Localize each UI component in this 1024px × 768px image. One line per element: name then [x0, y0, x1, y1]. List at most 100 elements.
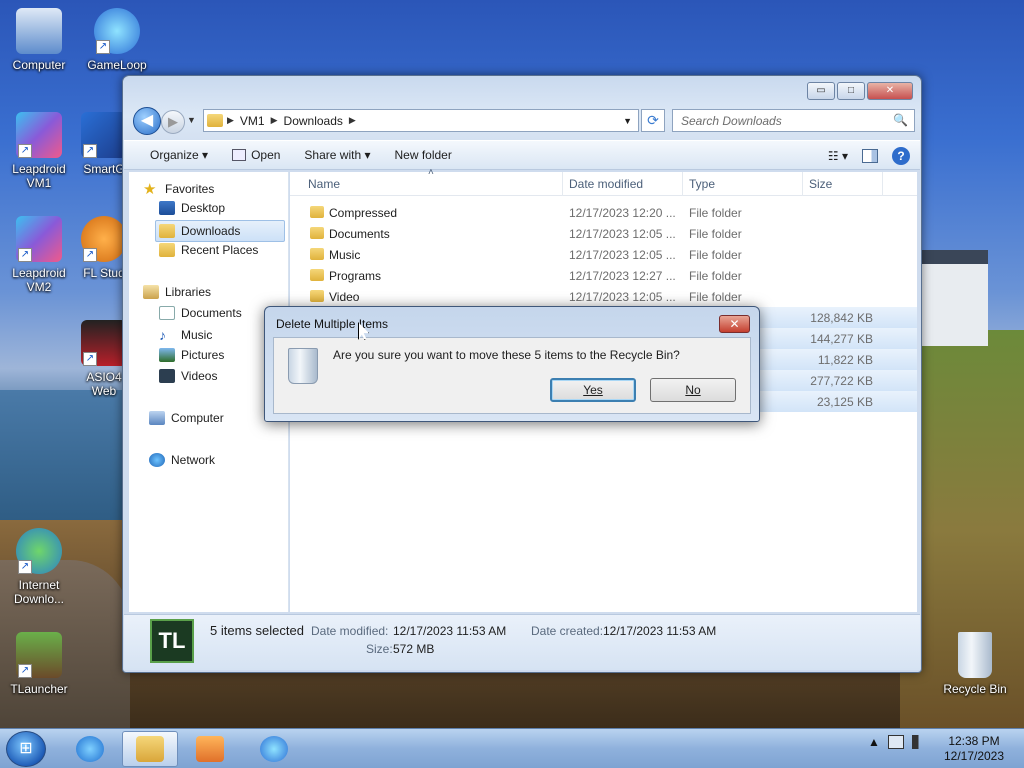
search-icon[interactable]: 🔍	[893, 113, 908, 127]
date-modified-label: Date modified:	[311, 624, 389, 638]
address-dropdown-button[interactable]: ▼	[616, 115, 638, 126]
share-with-button[interactable]: Share with ▾	[292, 148, 382, 162]
gameloop-icon	[260, 736, 288, 762]
table-row[interactable]: Video 12/17/2023 12:05 ... File folder	[290, 286, 917, 307]
nav-computer[interactable]: Computer	[149, 411, 224, 425]
table-row[interactable]: Documents 12/17/2023 12:05 ... File folder	[290, 223, 917, 244]
no-button[interactable]: No	[650, 378, 736, 402]
nav-music[interactable]: ♪ Music	[159, 327, 212, 343]
shortcut-arrow-icon: ↗	[83, 248, 97, 262]
forward-button[interactable]: ▶	[161, 110, 185, 134]
desktop-icon-internet-download[interactable]: ↗ Internet Downlo...	[1, 528, 77, 606]
asio4all-icon: ↗	[81, 320, 127, 366]
leapdroid-icon: ↗	[16, 216, 62, 262]
selection-count: 5 items selected	[210, 623, 304, 638]
breadcrumb-downloads[interactable]: Downloads	[278, 114, 349, 128]
navigation-bar: ◀ ▶ ▼ ▶ VM1 ▶ Downloads ▶ ▼ ⟳ Search Dow…	[131, 107, 915, 135]
open-button[interactable]: Open	[220, 148, 292, 162]
computer-icon	[16, 8, 62, 54]
documents-icon	[159, 306, 175, 320]
column-size[interactable]: Size	[809, 177, 832, 191]
sort-ascending-icon: ˄	[428, 167, 434, 178]
date-modified-value: 12/17/2023 11:53 AM	[393, 624, 507, 638]
desktop-icon-leapdroid-vm2[interactable]: ↗ Leapdroid VM2	[1, 216, 77, 294]
nav-downloads[interactable]: Downloads	[155, 220, 285, 242]
nav-videos[interactable]: Videos	[159, 369, 217, 383]
column-date-modified[interactable]: Date modified	[569, 177, 643, 191]
minimize-button[interactable]: ▭	[807, 82, 835, 100]
nav-pictures[interactable]: Pictures	[159, 348, 224, 362]
column-divider[interactable]	[562, 172, 563, 196]
close-button[interactable]: ✕	[867, 82, 913, 100]
shortcut-arrow-icon: ↗	[18, 560, 32, 574]
recent-places-icon	[159, 243, 175, 257]
system-tray: ▲	[868, 735, 928, 749]
desktop-icon-leapdroid-vm1[interactable]: ↗ Leapdroid VM1	[1, 112, 77, 190]
address-bar[interactable]: ▶ VM1 ▶ Downloads ▶ ▼	[203, 109, 639, 132]
dialog-close-button[interactable]: ✕	[719, 315, 750, 333]
breadcrumb-separator[interactable]: ▶	[271, 115, 278, 126]
folder-icon	[310, 269, 324, 281]
show-hidden-icons-button[interactable]: ▲	[868, 735, 880, 749]
taskbar: ⊞ ▲ 12:38 PM 12/17/2023	[0, 728, 1024, 768]
clock-time: 12:38 PM	[948, 734, 1000, 748]
internet-download-manager-icon: ↗	[16, 528, 62, 574]
breadcrumb-separator[interactable]: ▶	[349, 115, 356, 126]
nav-desktop[interactable]: Desktop	[159, 201, 225, 215]
taskbar-internet-explorer[interactable]	[62, 731, 118, 767]
table-row[interactable]: Compressed 12/17/2023 12:20 ... File folde…	[290, 202, 917, 223]
desktop-icon-gameloop[interactable]: ↗ GameLoop	[79, 8, 155, 72]
command-bar: Organize ▾ Open Share with ▾ New folder …	[124, 140, 920, 170]
column-type[interactable]: Type	[689, 177, 715, 191]
change-view-button[interactable]: ☷ ▾	[828, 149, 848, 163]
refresh-button[interactable]: ⟳	[641, 109, 665, 132]
nav-documents[interactable]: Documents	[159, 306, 242, 320]
breadcrumb-separator[interactable]: ▶	[227, 115, 234, 126]
network-icon	[149, 453, 165, 467]
back-button[interactable]: ◀	[133, 107, 161, 135]
desktop-icon-computer[interactable]: Computer	[1, 8, 77, 72]
folder-icon	[310, 206, 324, 218]
maximize-button[interactable]: □	[837, 82, 865, 100]
shortcut-arrow-icon: ↗	[83, 352, 97, 366]
taskbar-gameloop[interactable]	[246, 731, 302, 767]
desktop-icon-tlauncher[interactable]: ↗ TLauncher	[1, 632, 77, 696]
windows-explorer-icon	[136, 736, 164, 762]
nav-network[interactable]: Network	[149, 453, 215, 467]
breadcrumb-vm1[interactable]: VM1	[234, 114, 271, 128]
desktop-icon-recycle-bin[interactable]: Recycle Bin	[937, 632, 1013, 696]
libraries-icon	[143, 285, 159, 299]
nav-favorites[interactable]: ★ Favorites	[143, 180, 214, 198]
gameloop-icon: ↗	[94, 8, 140, 54]
table-row[interactable]: Programs 12/17/2023 12:27 ... File folder	[290, 265, 917, 286]
preview-pane-icon[interactable]	[862, 149, 878, 163]
dialog-message: Are you sure you want to move these 5 it…	[333, 348, 680, 362]
column-divider[interactable]	[682, 172, 683, 196]
nav-recent-places[interactable]: Recent Places	[159, 243, 258, 257]
column-name[interactable]: Name	[308, 177, 340, 191]
recent-pages-button[interactable]: ▼	[187, 115, 196, 125]
yes-button[interactable]: Yes	[550, 378, 636, 402]
recycle-bin-icon	[958, 632, 992, 678]
open-icon	[232, 149, 247, 161]
table-row[interactable]: Music 12/17/2023 12:05 ... File folder	[290, 244, 917, 265]
shortcut-arrow-icon: ↗	[18, 248, 32, 262]
network-tray-icon[interactable]	[887, 735, 904, 749]
downloads-folder-icon	[159, 224, 175, 238]
organize-button[interactable]: Organize ▾	[138, 148, 220, 162]
taskbar-windows-explorer[interactable]	[122, 731, 178, 767]
date-created-label: Date created:	[531, 624, 604, 638]
start-button[interactable]: ⊞	[6, 731, 46, 767]
help-icon[interactable]: ?	[892, 147, 910, 165]
column-divider[interactable]	[802, 172, 803, 196]
new-folder-button[interactable]: New folder	[382, 148, 463, 162]
column-divider[interactable]	[882, 172, 883, 196]
volume-muted-icon[interactable]	[911, 735, 928, 749]
size-value: 572 MB	[393, 642, 435, 656]
search-input[interactable]: Search Downloads 🔍	[672, 109, 915, 132]
delete-confirm-dialog: Delete Multiple Items ✕ Are you sure you…	[264, 306, 760, 422]
taskbar-media-player[interactable]	[182, 731, 238, 767]
clock[interactable]: 12:38 PM 12/17/2023	[938, 734, 1010, 764]
shortcut-arrow-icon: ↗	[18, 664, 32, 678]
nav-libraries[interactable]: Libraries	[143, 285, 211, 299]
